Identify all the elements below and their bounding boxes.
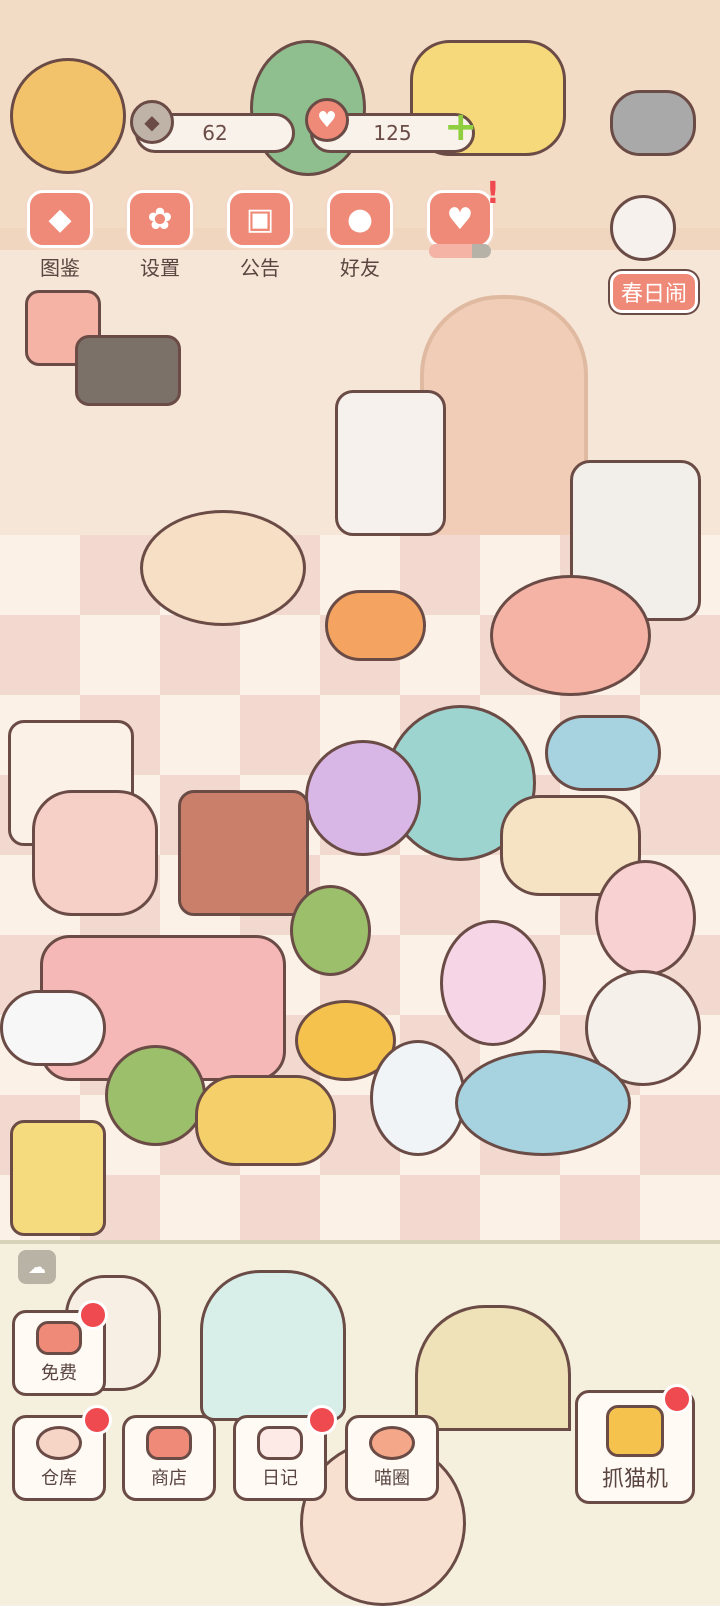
- cat-circle-button[interactable]: 喵圈: [345, 1415, 439, 1501]
- yellow-star-cushion: [195, 1075, 336, 1166]
- warehouse-icon: [36, 1426, 82, 1460]
- flower-vase: [305, 740, 421, 856]
- menu-settings[interactable]: ✿ 设置: [115, 190, 205, 280]
- pink-bean-bag: [490, 575, 651, 696]
- coffee-machine: [335, 390, 446, 536]
- alert-exclamation-icon: !: [486, 176, 500, 211]
- heart-mail-icon: ♥: [427, 190, 493, 248]
- arched-shutter: [415, 1305, 571, 1431]
- heart-count: 125: [373, 121, 412, 145]
- friends-icon: ●: [327, 190, 393, 248]
- warehouse-badge: [82, 1405, 112, 1435]
- cloud-icon: ☁: [28, 1256, 46, 1278]
- garden-window: [200, 1270, 346, 1421]
- free-badge: [78, 1300, 108, 1330]
- shop-label: 商店: [151, 1468, 187, 1489]
- warehouse-label: 仓库: [41, 1468, 77, 1489]
- claw-machine-badge: [662, 1384, 692, 1414]
- frog-cat: [105, 1045, 206, 1146]
- shop-button[interactable]: 商店: [122, 1415, 216, 1501]
- claw-machine-label: 抓猫机: [601, 1467, 668, 1492]
- menu-friends-label: 好友: [340, 256, 380, 280]
- gumball-machine: [370, 1040, 466, 1156]
- player-avatar[interactable]: [10, 58, 126, 174]
- flower-pot-blue: [440, 920, 546, 1046]
- menu-catalog[interactable]: ◆ 图鉴: [15, 190, 105, 280]
- fish-count: 62: [202, 121, 228, 145]
- spring-event-button[interactable]: 春日闹: [610, 271, 699, 313]
- add-hearts-button[interactable]: +: [444, 104, 478, 150]
- baby-stroller: [32, 790, 158, 916]
- tulip-pot-decoration: [610, 90, 696, 156]
- cloud-bed: [545, 715, 661, 791]
- menu-settings-label: 设置: [140, 256, 180, 280]
- menu-friends[interactable]: ● 好友: [315, 190, 405, 280]
- diary-badge: [307, 1405, 337, 1435]
- diary-icon: [257, 1426, 303, 1460]
- menu-mail-progress: [429, 244, 491, 258]
- chalkboard-sign: [75, 335, 181, 406]
- gear-icon: ✿: [127, 190, 193, 248]
- toy-chest-with-bears: [178, 790, 309, 916]
- cat-book-icon: ◆: [27, 190, 93, 248]
- menu-catalog-label: 图鉴: [40, 256, 80, 280]
- fish-icon: ◆: [130, 100, 174, 144]
- menu-notice[interactable]: ▣ 公告: [215, 190, 305, 280]
- green-dino-cat: [290, 885, 371, 976]
- yellow-suitcase: [10, 1120, 106, 1236]
- free-label: 免费: [41, 1363, 77, 1384]
- menu-notice-label: 公告: [240, 256, 280, 280]
- diary-label: 日记: [262, 1468, 298, 1489]
- event-cat-icon: [610, 195, 676, 261]
- claw-icon: [606, 1405, 664, 1457]
- cat-on-teacup: [595, 860, 696, 976]
- gift-icon: ▣: [227, 190, 293, 248]
- round-table-with-laptop: [140, 510, 306, 626]
- shop-icon: [146, 1426, 192, 1460]
- heart-bag-icon: [36, 1321, 82, 1355]
- collapse-toggle[interactable]: ☁: [18, 1250, 56, 1284]
- easter-egg-ottoman: [455, 1050, 631, 1156]
- cat-circle-label: 喵圈: [374, 1468, 410, 1489]
- heart-icon: ♥: [305, 98, 349, 142]
- shiba-dog-cat: [325, 590, 426, 661]
- cat-planet-icon: [369, 1426, 415, 1460]
- cloud-lamp: [0, 990, 106, 1066]
